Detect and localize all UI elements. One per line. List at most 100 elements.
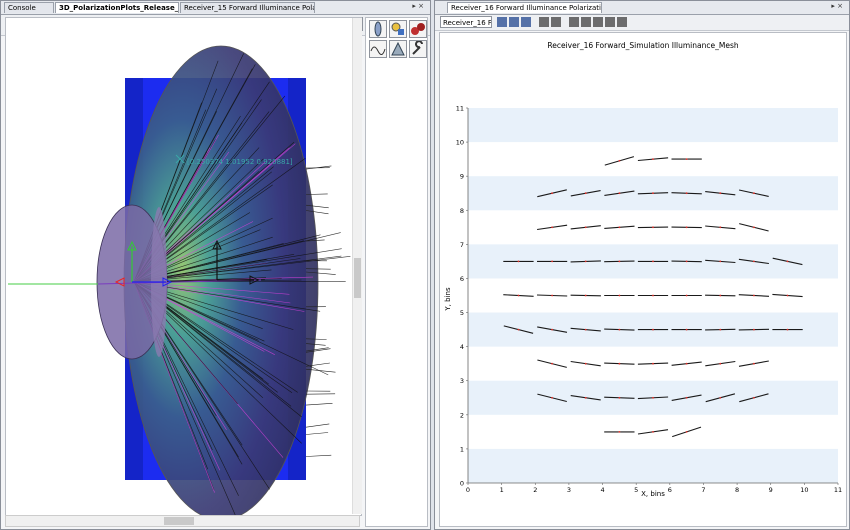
right-tab-controls[interactable]: ▸ ×	[831, 2, 843, 10]
x-tick-label: 10	[800, 486, 808, 494]
exit-ray	[305, 403, 333, 406]
left-window: Console 3D_PolarizationPlots_Release_Not…	[0, 0, 431, 530]
list-icon[interactable]	[617, 17, 627, 27]
tab-release-notes[interactable]: 3D_PolarizationPlots_Release_Notes.5_4	[55, 2, 179, 13]
y-tick-label: 8	[460, 207, 464, 215]
polarization-center	[652, 158, 654, 160]
polarization-center	[584, 294, 587, 297]
save-icon[interactable]	[497, 17, 507, 27]
receiver-select[interactable]: Receiver_16 Fo▾	[440, 16, 492, 28]
polarization-center	[517, 294, 520, 297]
polarization-center	[652, 260, 654, 263]
polarization-center	[618, 260, 621, 263]
polarization-center	[786, 294, 789, 297]
waveform-icon[interactable]	[369, 40, 387, 58]
polarization-center	[753, 328, 755, 331]
wrench-icon[interactable]	[409, 40, 427, 58]
polarization-center	[652, 226, 654, 229]
polarization-center	[685, 226, 688, 229]
y-tick-label: 5	[460, 309, 464, 317]
polarization-center	[517, 328, 520, 331]
left-tab-controls[interactable]: ▸ ×	[412, 2, 424, 10]
viewport-horizontal-scrollbar[interactable]	[5, 515, 360, 527]
polarization-center	[584, 192, 587, 195]
polarization-center	[618, 159, 621, 162]
polarization-center	[551, 294, 553, 297]
right-window: Receiver_16 Forward Illuminance Polariza…	[434, 0, 850, 530]
polarization-center	[685, 294, 688, 297]
polarization-center	[652, 192, 654, 195]
3d-scene: [0.250374 1.01952 0.920881]	[8, 45, 351, 515]
coordinate-readout: [0.250374 1.01952 0.920881]	[187, 158, 293, 166]
polarization-center	[719, 226, 722, 229]
copy-icon[interactable]	[509, 17, 519, 27]
polarization-center	[753, 396, 755, 399]
polarization-center	[551, 260, 553, 263]
y-axis-label: Y, bins	[444, 287, 452, 312]
polarization-center	[584, 362, 587, 365]
polarization-center	[618, 226, 621, 229]
lens-icon[interactable]	[369, 20, 387, 38]
polarization-center	[618, 192, 621, 195]
tab-console[interactable]: Console	[4, 2, 54, 13]
x-tick-label: 5	[634, 486, 638, 494]
tab-receiver-16[interactable]: Receiver_16 Forward Illuminance Polariza…	[447, 2, 602, 13]
y-tick-label: 4	[460, 343, 464, 351]
polarization-center	[517, 260, 520, 263]
polarization-center	[618, 396, 621, 399]
polarization-center	[753, 192, 755, 195]
tab-receiver-15[interactable]: Receiver_15 Forward Illuminance Polariza…	[180, 2, 315, 13]
viewport-vertical-scrollbar[interactable]	[352, 18, 362, 514]
polarization-center	[685, 328, 688, 331]
grid-band	[468, 108, 838, 143]
polarization-center	[584, 260, 587, 263]
zoom-icon[interactable]	[551, 17, 561, 27]
3d-viewport[interactable]: [0.250374 1.01952 0.920881]	[5, 17, 362, 516]
polarization-center	[618, 328, 621, 331]
bold-line-icon[interactable]	[605, 17, 615, 27]
vertical-scroll-thumb[interactable]	[354, 258, 361, 298]
horizontal-scroll-thumb[interactable]	[164, 517, 194, 525]
polarization-center	[551, 328, 553, 331]
y-tick-label: 7	[460, 241, 464, 249]
exit-ray	[305, 423, 330, 428]
lens-icon-glyph	[374, 21, 382, 37]
line-icon[interactable]	[593, 17, 603, 27]
y-tick-label: 11	[456, 105, 464, 113]
polarization-center	[652, 362, 654, 365]
polarization-center	[584, 396, 587, 399]
side-tool-panel	[365, 17, 428, 527]
y-tick-label: 3	[460, 377, 464, 385]
sources-icon-square	[398, 29, 404, 35]
x-tick-label: 3	[567, 486, 571, 494]
print-icon[interactable]	[521, 17, 531, 27]
polarization-center	[685, 362, 688, 365]
exit-ray	[305, 432, 329, 435]
polarization-center	[719, 192, 722, 195]
polarization-center	[786, 260, 789, 263]
polarization-center	[753, 362, 755, 365]
polarization-center	[584, 226, 587, 229]
x-tick-label: 4	[600, 486, 604, 494]
wrench-icon-path	[412, 40, 423, 55]
x-axis-label: X, bins	[641, 490, 665, 498]
x-tick-label: 6	[668, 486, 672, 494]
polarization-center	[551, 226, 553, 229]
polarization-center	[551, 192, 553, 195]
tick-labels: 0 1 2 3 4 5 6 7 8 9 10 11 0 1 2 3 4 5 6 7 8 9 10 11	[456, 105, 842, 495]
polarization-center	[685, 396, 688, 399]
prism-icon[interactable]	[389, 40, 407, 58]
x-tick-label: 0	[466, 486, 470, 494]
font-up-icon[interactable]	[569, 17, 579, 27]
objects-icon[interactable]	[409, 20, 427, 38]
fit-icon[interactable]	[539, 17, 549, 27]
x-tick-label: 9	[769, 486, 773, 494]
x-tick-label: 1	[500, 486, 504, 494]
font-down-icon[interactable]	[581, 17, 591, 27]
polarization-center	[719, 260, 722, 263]
polarization-center	[685, 431, 688, 433]
y-tick-label: 1	[460, 445, 464, 453]
polarization-center	[551, 362, 553, 365]
polarization-center	[753, 294, 755, 297]
sources-icon[interactable]	[389, 20, 407, 38]
